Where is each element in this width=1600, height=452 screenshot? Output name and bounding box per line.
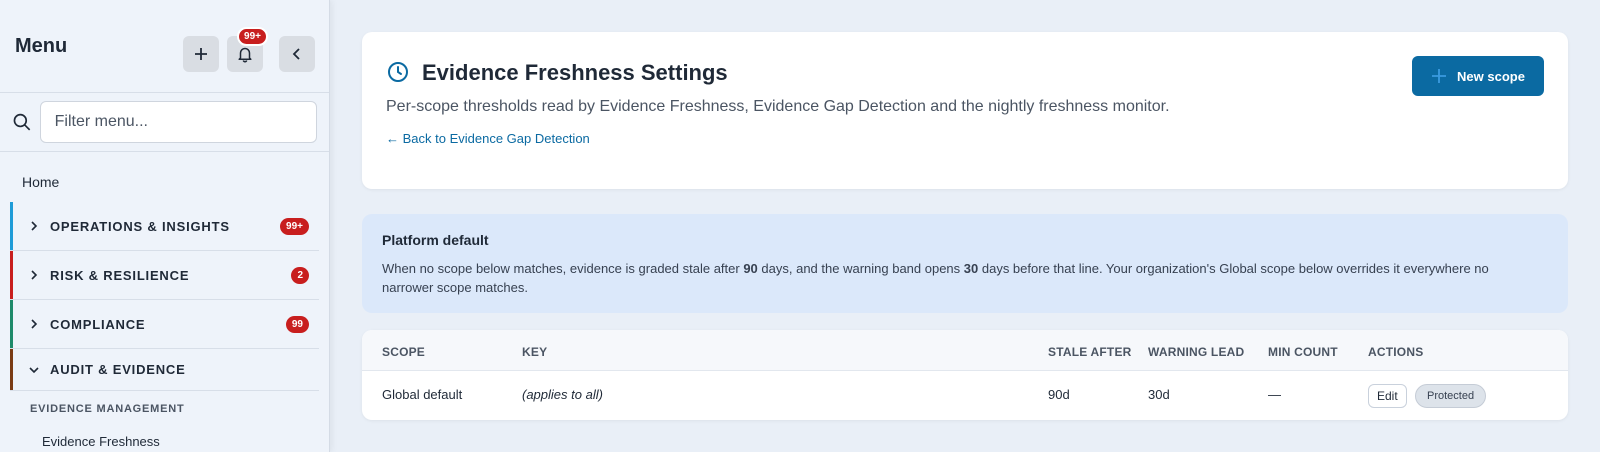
sidebar-title: Menu	[15, 34, 68, 57]
section-count-badge: 99+	[280, 217, 309, 235]
new-scope-button[interactable]: New scope	[1412, 56, 1544, 96]
protected-badge: Protected	[1415, 384, 1487, 408]
sidebar-section-risk[interactable]: RISK & RESILIENCE 2	[10, 251, 319, 300]
platform-default-text: When no scope below matches, evidence is…	[382, 259, 1512, 297]
cell-key: (applies to all)	[522, 387, 603, 402]
platform-default-title: Platform default	[382, 232, 489, 248]
section-color-bar	[10, 251, 13, 299]
section-color-bar	[10, 300, 13, 348]
chevron-left-icon	[292, 48, 300, 60]
warning-days-value: 30	[963, 261, 979, 276]
section-color-bar	[10, 202, 13, 250]
notifications-button[interactable]: 99+	[227, 27, 268, 72]
page-subtitle: Per-scope thresholds read by Evidence Fr…	[386, 98, 1170, 115]
bell-icon	[238, 47, 252, 63]
text-mid: days, and the warning band opens	[757, 261, 964, 276]
chevron-right-icon	[31, 221, 38, 231]
column-header[interactable]: STALE AFTER	[1048, 345, 1132, 359]
clock-icon	[388, 62, 408, 82]
column-header: ACTIONS	[1368, 345, 1424, 359]
section-label: AUDIT & EVIDENCE	[50, 362, 186, 377]
stale-days-value: 90	[743, 261, 758, 276]
add-button[interactable]	[183, 36, 219, 72]
back-to-gap-detection-link[interactable]: ← Back to Evidence Gap Detection	[386, 131, 590, 146]
chevron-right-icon	[31, 319, 38, 329]
cell-warning-lead: 30d	[1148, 387, 1170, 402]
sidebar-item-evidence-freshness[interactable]: Evidence Freshness	[0, 425, 329, 449]
section-color-bar	[10, 349, 13, 390]
notification-badge: 99+	[237, 27, 268, 46]
section-label: COMPLIANCE	[50, 316, 146, 332]
table-row: Global default (applies to all) 90d 30d …	[362, 371, 1568, 420]
search-icon	[13, 113, 31, 131]
sidebar: Menu 99+ Home OPERATIONS & INSIGHTS 99+ …	[0, 0, 330, 452]
cell-stale-after: 90d	[1048, 387, 1070, 402]
header-card: Evidence Freshness Settings Per-scope th…	[362, 32, 1568, 189]
page-title: Evidence Freshness Settings	[422, 60, 728, 85]
section-label: RISK & RESILIENCE	[50, 267, 190, 283]
sidebar-subsection-label: EVIDENCE MANAGEMENT	[30, 403, 185, 415]
collapse-sidebar-button[interactable]	[279, 36, 315, 72]
section-count-badge: 99	[285, 315, 309, 333]
scopes-table: SCOPE KEY STALE AFTER WARNING LEAD MIN C…	[362, 330, 1568, 420]
edit-button[interactable]: Edit	[1368, 384, 1407, 408]
sidebar-section-operations[interactable]: OPERATIONS & INSIGHTS 99+	[10, 202, 319, 251]
new-scope-label: New scope	[1457, 68, 1525, 84]
plus-icon	[1432, 69, 1447, 83]
chevron-down-icon	[29, 366, 39, 373]
chevron-right-icon	[31, 270, 38, 280]
sidebar-section-audit[interactable]: AUDIT & EVIDENCE	[10, 349, 319, 391]
sidebar-section-compliance[interactable]: COMPLIANCE 99	[10, 300, 319, 349]
column-header[interactable]: WARNING LEAD	[1148, 345, 1244, 359]
sidebar-search	[0, 93, 329, 152]
filter-menu-input[interactable]	[39, 101, 317, 143]
column-header[interactable]: MIN COUNT	[1268, 345, 1338, 359]
table-header: SCOPE KEY STALE AFTER WARNING LEAD MIN C…	[362, 330, 1568, 371]
cell-min-count: —	[1268, 387, 1281, 402]
sidebar-header: Menu 99+	[0, 0, 329, 93]
section-count-badge: 2	[291, 266, 309, 284]
sidebar-item-home[interactable]: Home	[0, 152, 329, 202]
cell-scope: Global default	[382, 387, 463, 402]
platform-default-panel: Platform default When no scope below mat…	[362, 214, 1568, 313]
text-pre: When no scope below matches, evidence is…	[382, 261, 744, 276]
column-header[interactable]: SCOPE	[382, 345, 425, 359]
column-header[interactable]: KEY	[522, 345, 547, 359]
section-label: OPERATIONS & INSIGHTS	[50, 218, 230, 234]
plus-icon	[195, 48, 207, 60]
